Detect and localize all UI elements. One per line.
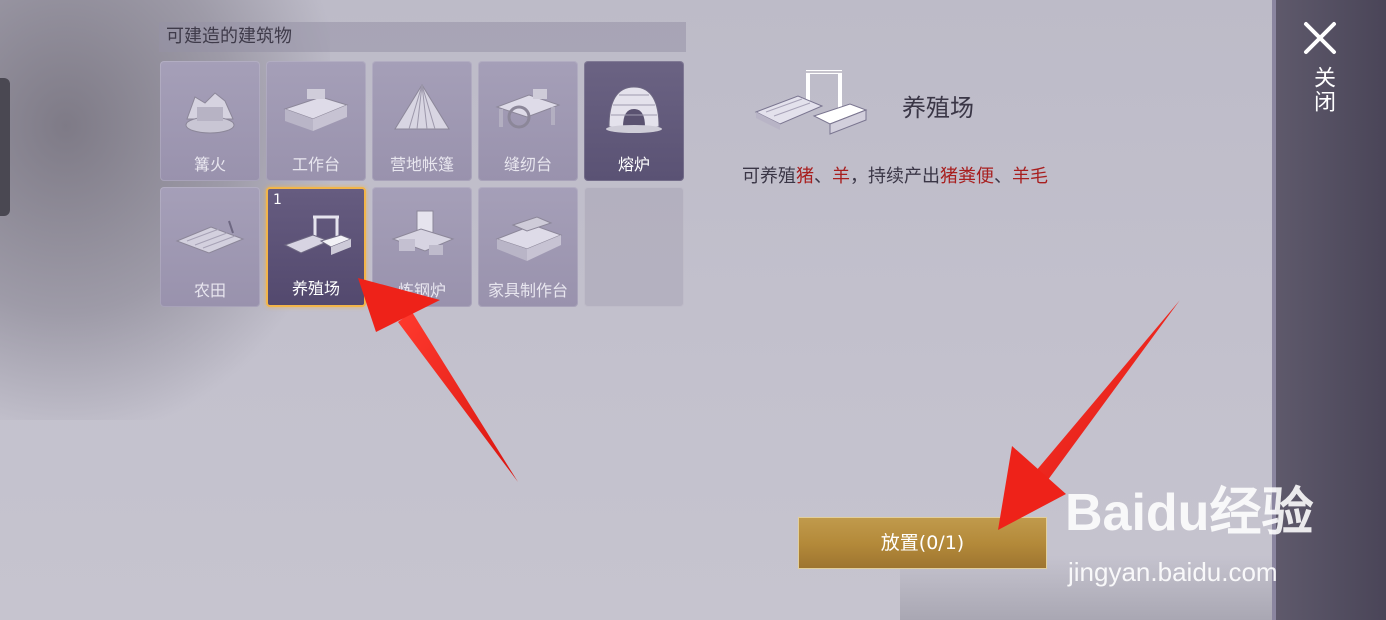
section-title: 可建造的建筑物: [159, 22, 686, 52]
building-grid: 篝火 工作台 营地帐篷 缝纫台 熔炉 农田 1 养殖场 炼钢炉 家具制作台: [160, 61, 686, 307]
building-label: 农田: [193, 281, 226, 300]
workbench-icon: [283, 89, 349, 131]
ranch-preview-icon: [754, 70, 868, 135]
sewing-table-icon: [495, 89, 561, 129]
farmland-icon: [175, 220, 245, 254]
side-drawer-handle[interactable]: [0, 78, 10, 216]
furniture-bench-icon: [495, 216, 563, 261]
building-tile-furniture-bench[interactable]: 家具制作台: [478, 187, 578, 307]
campfire-icon: [185, 92, 235, 134]
desc-text: 可养殖: [742, 166, 796, 187]
tent-icon: [394, 84, 450, 130]
building-tile-sewing-table[interactable]: 缝纫台: [478, 61, 578, 181]
building-label: 营地帐篷: [389, 155, 454, 174]
build-count-badge: 1: [273, 192, 282, 208]
steel-furnace-icon: [391, 210, 455, 255]
desc-highlight: 羊毛: [1012, 166, 1048, 187]
building-detail-description: 可养殖猪、羊，持续产出猪粪便、羊毛: [742, 162, 1048, 188]
building-detail-title: 养殖场: [902, 94, 974, 122]
close-icon[interactable]: [1302, 20, 1338, 56]
building-tile-ranch[interactable]: 1 养殖场: [266, 187, 366, 307]
desc-text: ，持续产出: [850, 166, 940, 187]
watermark-url: jingyan.baidu.com: [1068, 557, 1278, 587]
place-button[interactable]: 放置(0/1): [798, 517, 1047, 569]
desc-text: 、: [994, 166, 1012, 187]
close-label: 关闭: [1310, 66, 1335, 114]
watermark-logo: Baidu经验: [1065, 484, 1314, 542]
building-label: 家具制作台: [487, 281, 568, 300]
building-label: 炼钢炉: [397, 281, 446, 300]
desc-text: 、: [814, 166, 832, 187]
building-tile-workbench[interactable]: 工作台: [266, 61, 366, 181]
desc-highlight: 羊: [832, 166, 850, 187]
building-tile-tent[interactable]: 营地帐篷: [372, 61, 472, 181]
building-label: 工作台: [291, 155, 340, 174]
building-label: 缝纫台: [503, 155, 552, 174]
building-tile-furnace[interactable]: 熔炉: [584, 61, 684, 181]
ranch-icon: [283, 215, 353, 255]
desc-highlight: 猪粪便: [940, 166, 994, 187]
furnace-icon: [606, 86, 662, 133]
building-label: 养殖场: [291, 279, 340, 298]
desc-highlight: 猪: [796, 166, 814, 187]
building-tile-steel-furnace[interactable]: 炼钢炉: [372, 187, 472, 307]
building-label: 篝火: [193, 155, 226, 174]
building-tile-empty: [584, 187, 684, 307]
building-tile-campfire[interactable]: 篝火: [160, 61, 260, 181]
arrow-to-ranch: [358, 278, 518, 482]
building-tile-farmland[interactable]: 农田: [160, 187, 260, 307]
building-label: 熔炉: [617, 155, 650, 174]
